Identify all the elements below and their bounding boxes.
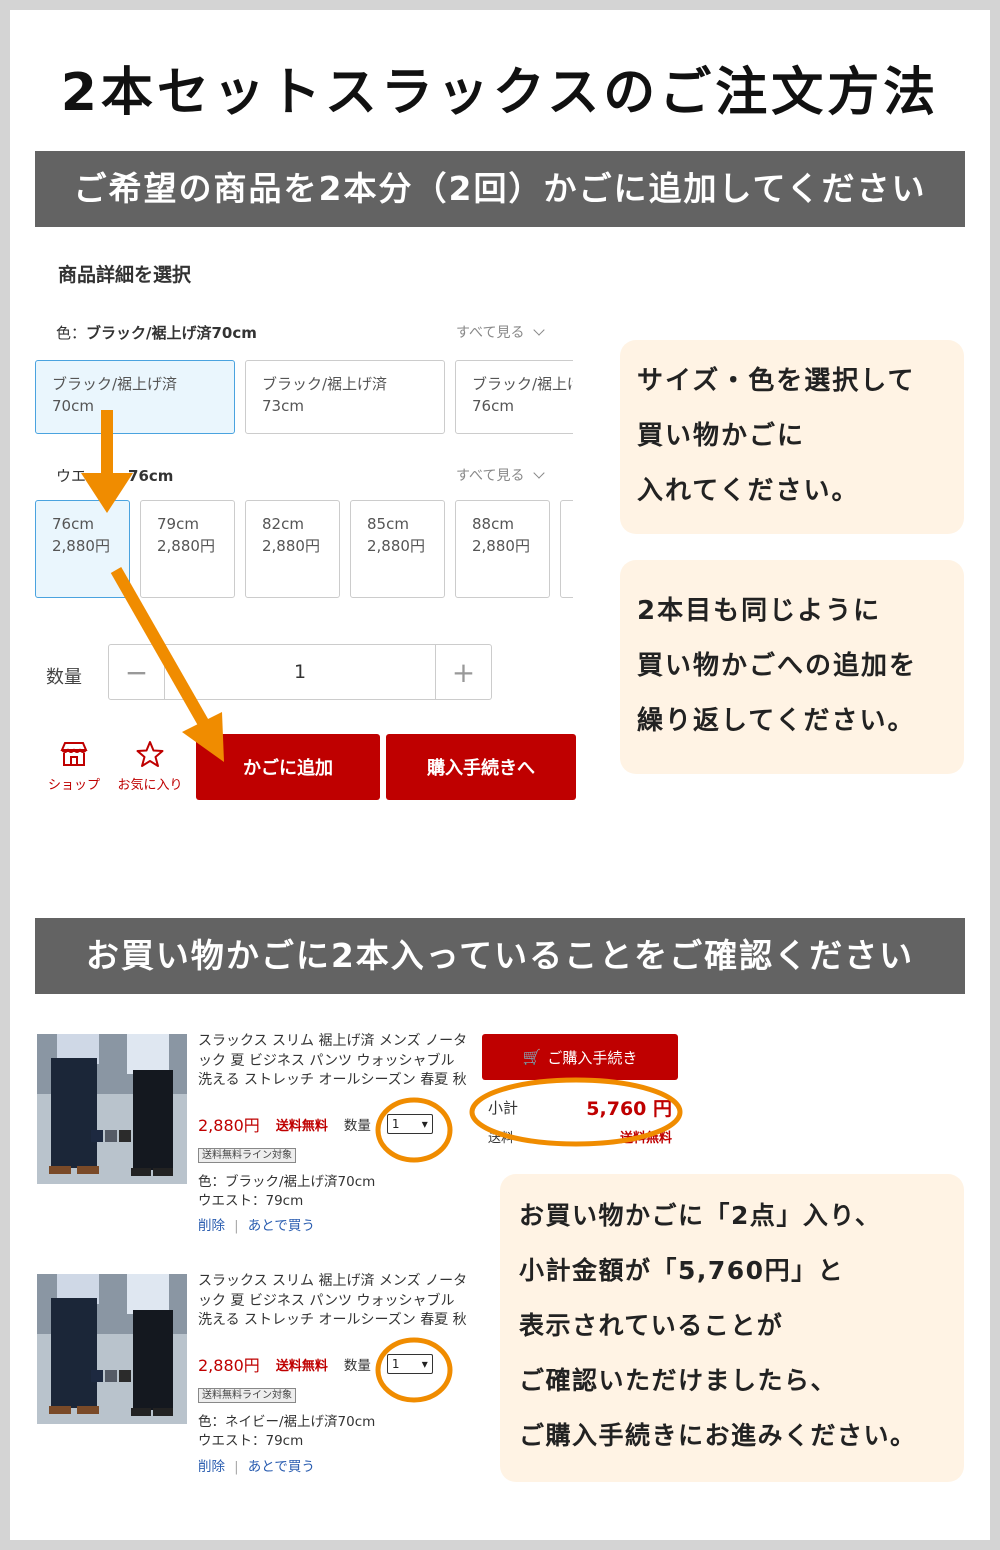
note-line: 小計金額が「5,760円」と: [519, 1256, 845, 1285]
cart-item-later-link[interactable]: あとで買う: [248, 1459, 315, 1475]
cart-item-waist: ウエスト：79cm: [198, 1433, 304, 1449]
note-line: ご購入手続きにお進みください。: [519, 1421, 917, 1450]
subtotal-highlight-ellipse: [469, 1077, 683, 1147]
note-line: お買い物かごに「2点」入り、: [519, 1201, 882, 1230]
arrow-diagonal-icon: [110, 567, 224, 762]
cart-item-actions: 削除 | あとで買う: [198, 1455, 315, 1475]
qty-highlight-ellipse: [375, 1337, 453, 1403]
instruction-arrows: [81, 410, 224, 762]
note-line: ご確認いただけましたら、: [519, 1366, 838, 1395]
page: 2本セットスラックスのご注文方法 ご希望の商品を2本分（2回）かごに追加してくだ…: [10, 10, 990, 1540]
section2-banner: お買い物かごに2本入っていることをご確認ください: [35, 918, 965, 994]
qty-highlight-ellipse: [375, 1097, 453, 1163]
cart-item-delete-link[interactable]: 削除: [198, 1459, 225, 1475]
note-line: 表示されていることが: [519, 1311, 784, 1340]
divider: |: [234, 1459, 239, 1475]
note-confirm: お買い物かごに「2点」入り、 小計金額が「5,760円」と 表示されていることが…: [500, 1174, 964, 1482]
arrow-down-icon: [81, 410, 133, 513]
